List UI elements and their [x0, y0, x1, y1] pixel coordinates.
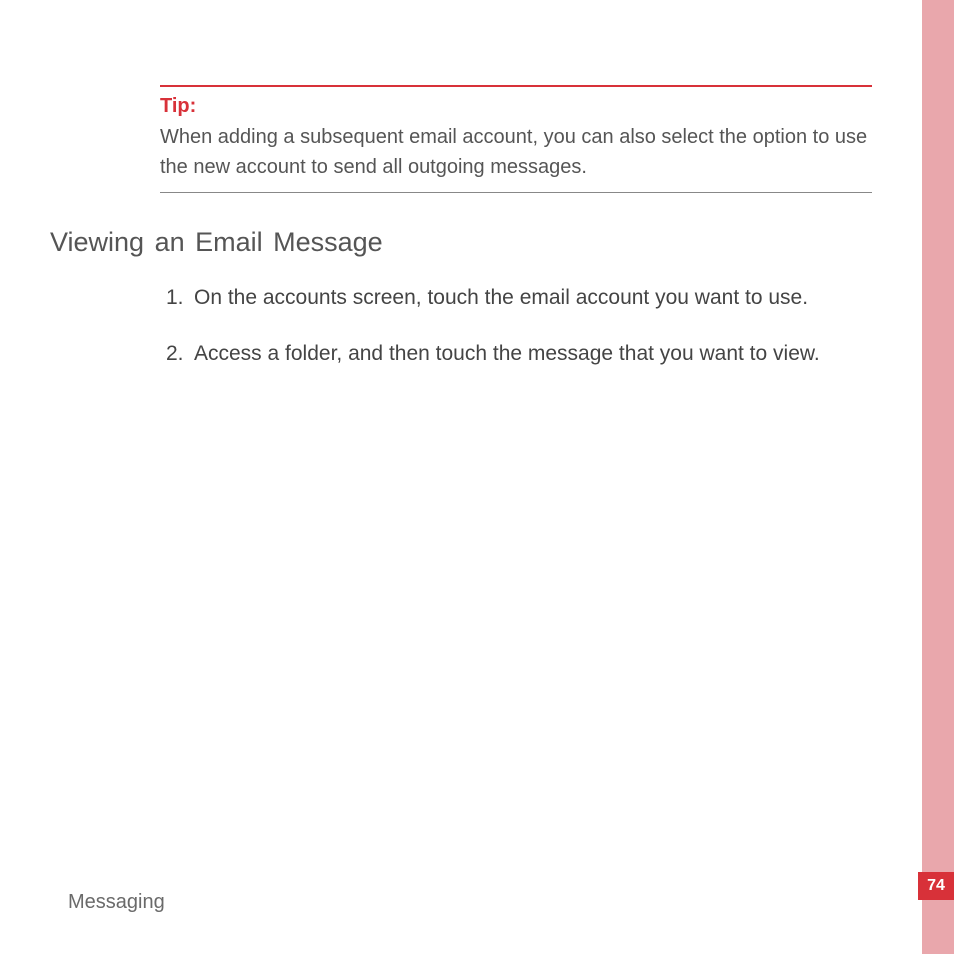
section-heading: Viewing an Email Message — [50, 227, 872, 258]
page-number: 74 — [927, 877, 945, 895]
ordered-steps: 1. On the accounts screen, touch the ema… — [166, 280, 860, 371]
page-number-tab: 74 — [918, 872, 954, 900]
list-item: 2. Access a folder, and then touch the m… — [166, 336, 860, 372]
tip-label: Tip: — [160, 95, 872, 118]
tip-callout: Tip: When adding a subsequent email acco… — [160, 85, 872, 193]
page-content: Tip: When adding a subsequent email acco… — [0, 0, 912, 954]
step-number: 2. — [166, 336, 194, 372]
list-item: 1. On the accounts screen, touch the ema… — [166, 280, 860, 316]
tip-text: When adding a subsequent email account, … — [160, 122, 872, 182]
step-number: 1. — [166, 280, 194, 316]
step-text: On the accounts screen, touch the email … — [194, 280, 860, 316]
step-text: Access a folder, and then touch the mess… — [194, 336, 860, 372]
side-tab-bar — [922, 0, 954, 954]
footer-section-label: Messaging — [68, 891, 165, 914]
